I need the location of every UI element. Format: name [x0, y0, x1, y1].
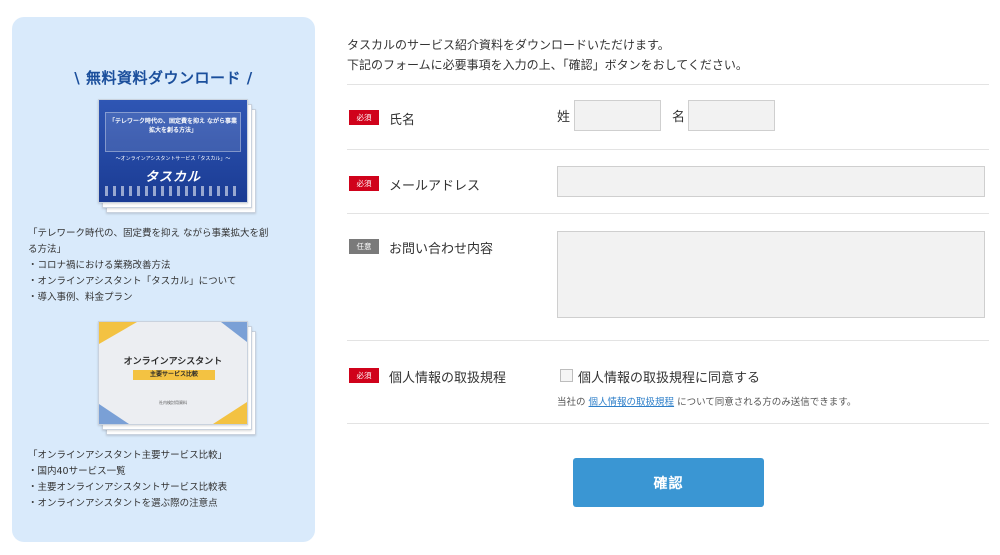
cover-subtitle: 〜オンラインアシスタントサービス「タスカル」〜 — [115, 156, 231, 162]
name-label: 氏名 — [389, 113, 416, 128]
description-line: ・オンラインアシスタント「タスカル」について — [28, 276, 237, 287]
cover-title: オンラインアシスタント — [123, 357, 223, 367]
cover-title: 「テレワーク時代の、固定費を抑え ながら事業拡大を創る方法」 — [105, 112, 241, 152]
document-description: 「オンラインアシスタント主要サービス比較」 ・国内40サービス一覧 ・主要オンラ… — [28, 448, 308, 512]
cover-footer: 社内検討用資料 — [159, 400, 187, 405]
last-name-input[interactable] — [574, 100, 661, 131]
description-line: 「テレワーク時代の、固定費を抑え ながら事業拡大を創 — [28, 228, 269, 239]
form-row-privacy: 必須 個人情報の取扱規程 個人情報の取扱規程に同意する 当社の 個人情報の取扱規… — [347, 340, 989, 424]
privacy-policy-link[interactable]: 個人情報の取扱規程 — [589, 397, 675, 408]
description-line: ・導入事例、料金プラン — [28, 292, 133, 303]
last-name-label: 姓 — [557, 110, 571, 125]
description-line: 「オンラインアシスタント主要サービス比較」 — [28, 450, 228, 461]
consent-note: 当社の 個人情報の取扱規程 について同意される方のみ送信できます。 — [557, 394, 856, 408]
form-row-email: 必須 メールアドレス — [347, 149, 989, 213]
document-block-comparison: オンラインアシスタント 主要サービス比較 社内検討用資料 「オンラインアシスタン… — [28, 321, 308, 512]
first-name-label: 名 — [672, 110, 686, 125]
cover-brand-logo: タスカル — [144, 170, 201, 185]
form-row-name: 必須 氏名 姓 名 — [347, 84, 989, 149]
inquiry-textarea[interactable] — [557, 231, 985, 318]
confirm-button[interactable]: 確認 — [573, 458, 764, 507]
document-description: 「テレワーク時代の、固定費を抑え ながら事業拡大を創 る方法」 ・コロナ禍におけ… — [28, 226, 308, 306]
form-row-inquiry: 任意 お問い合わせ内容 — [347, 213, 989, 340]
first-name-input[interactable] — [688, 100, 775, 131]
privacy-label: 個人情報の取扱規程 — [389, 371, 507, 386]
description-line: ・国内40サービス一覧 — [28, 466, 126, 477]
document-cover-comparison: オンラインアシスタント 主要サービス比較 社内検討用資料 — [98, 321, 256, 436]
required-badge: 必須 — [349, 110, 379, 125]
email-label: メールアドレス — [389, 179, 481, 194]
email-input[interactable] — [557, 166, 985, 197]
consent-suffix: について同意される方のみ送信できます。 — [677, 397, 857, 408]
description-line: ・主要オンラインアシスタントサービス比較表 — [28, 482, 228, 493]
optional-badge: 任意 — [349, 239, 379, 254]
sidebar-title: \ 無料資料ダウンロード / — [74, 69, 253, 87]
description-line: ・コロナ禍における業務改善方法 — [28, 260, 171, 271]
privacy-agree-label[interactable]: 個人情報の取扱規程に同意する — [578, 367, 760, 386]
intro-line: タスカルのサービス紹介資料をダウンロードいただけます。 — [347, 38, 670, 52]
required-badge: 必須 — [349, 176, 379, 191]
intro-line: 下記のフォームに必要事項を入力の上、「確認」ボタンをおしてください。 — [347, 58, 748, 72]
privacy-agree-checkbox[interactable] — [560, 369, 573, 382]
description-line: ・オンラインアシスタントを選ぶ際の注意点 — [28, 498, 218, 509]
form-intro: タスカルのサービス紹介資料をダウンロードいただけます。 下記のフォームに必要事項… — [347, 35, 748, 75]
required-badge: 必須 — [349, 368, 379, 383]
consent-prefix: 当社の — [557, 397, 586, 408]
document-block-taskar: 「テレワーク時代の、固定費を抑え ながら事業拡大を創る方法」 〜オンラインアシス… — [28, 99, 308, 306]
people-illustration-icon — [105, 186, 241, 196]
download-sidebar: \ 無料資料ダウンロード / 「テレワーク時代の、固定費を抑え ながら事業拡大を… — [12, 17, 315, 542]
document-cover-taskar: 「テレワーク時代の、固定費を抑え ながら事業拡大を創る方法」 〜オンラインアシス… — [98, 99, 256, 214]
cover-tag: 主要サービス比較 — [133, 370, 215, 380]
description-line: る方法」 — [28, 244, 67, 255]
inquiry-label: お問い合わせ内容 — [389, 242, 494, 257]
